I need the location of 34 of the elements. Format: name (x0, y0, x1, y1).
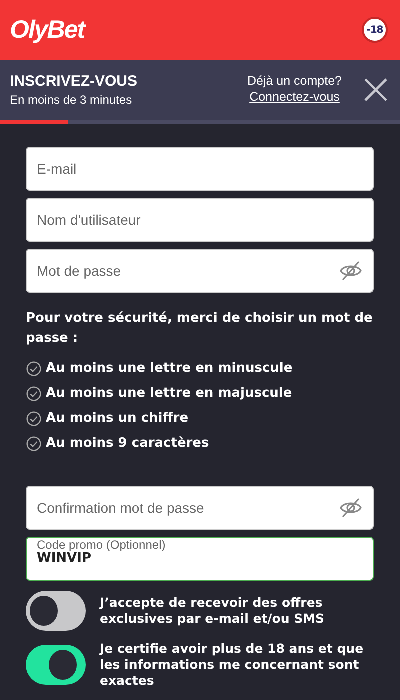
promo-code-field[interactable]: Code promo (Optionnel) WINVIP (26, 537, 374, 581)
eye-slash-icon[interactable] (339, 496, 363, 520)
password-hint: Pour votre sécurité, merci de choisir un mot de passe : (26, 310, 374, 348)
check-circle-icon (26, 436, 42, 452)
check-circle-icon (26, 386, 42, 402)
input-field[interactable]: Confirmation mot de passe (37, 500, 339, 516)
input-field[interactable]: E-mail (37, 161, 363, 177)
login-link[interactable]: Connectez-vous (250, 90, 340, 104)
input-field[interactable]: Mot de passe (37, 263, 339, 279)
check-circle-icon (26, 360, 42, 376)
close-icon (362, 76, 390, 104)
close-button[interactable] (362, 76, 390, 104)
toggle-switch[interactable] (26, 645, 86, 685)
requirement-text: Au moins un chiffre (46, 411, 189, 426)
eye-slash-icon[interactable] (339, 259, 363, 283)
toggle-switch[interactable] (26, 591, 86, 631)
requirement-text: Au moins une lettre en majuscule (46, 386, 292, 401)
signup-title: INSCRIVEZ-VOUS (10, 73, 139, 90)
toggle-label: Je certifie avoir plus de 18 ans et que les informations me concernant sont exactes (100, 641, 365, 689)
toggle-label: J’accepte de recevoir des offres exclusives par e-mail et/ou SMS (100, 595, 326, 627)
field-value: WINVIP (37, 552, 92, 565)
account-question: Déjà un compte? (247, 74, 342, 88)
text-field[interactable]: E-mail (26, 147, 374, 191)
logo[interactable]: OlyBet (10, 16, 85, 44)
text-field[interactable]: Confirmation mot de passe (26, 486, 374, 530)
requirement-text: Au moins 9 caractères (46, 436, 210, 451)
signup-subtitle: En moins de 3 minutes (10, 93, 134, 107)
input-field[interactable]: Nom d'utilisateur (37, 212, 363, 228)
age-restriction-badge: -18 (362, 17, 388, 43)
requirement-text: Au moins une lettre en minuscule (46, 361, 293, 376)
text-field[interactable]: Mot de passe (26, 249, 374, 293)
check-circle-icon (26, 410, 42, 426)
text-field[interactable]: Nom d'utilisateur (26, 198, 374, 242)
field-label: Code promo (Optionnel) (37, 539, 166, 552)
